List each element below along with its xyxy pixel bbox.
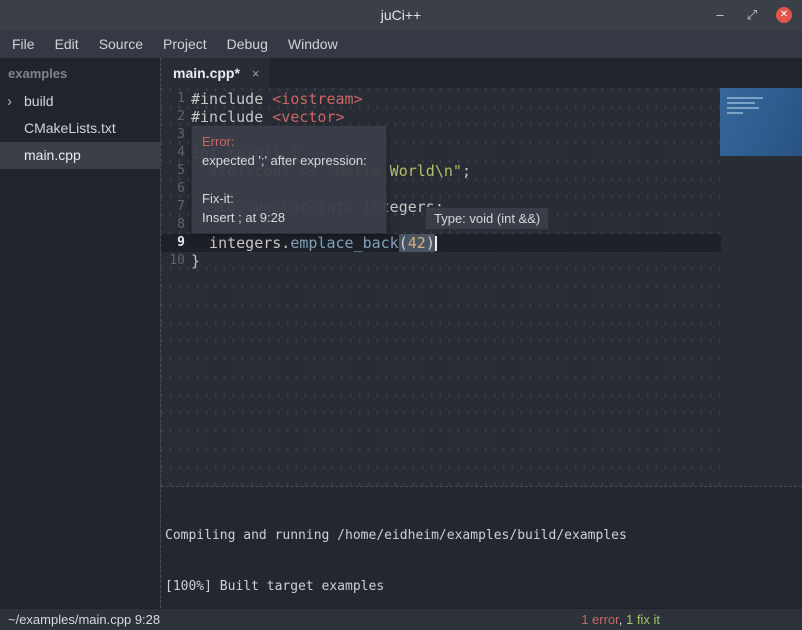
close-button[interactable]: ✕ <box>776 7 792 23</box>
code-token: <iostream> <box>272 90 362 108</box>
minimap-line <box>727 97 763 99</box>
line-number: 9 <box>161 234 185 252</box>
menu-project[interactable]: Project <box>153 30 217 58</box>
code-token: ) <box>426 234 435 252</box>
fixit-count: 1 fix it <box>626 612 660 627</box>
code-token: ; <box>462 162 471 180</box>
code-token: } <box>191 252 200 270</box>
code-line[interactable]: 2 #include <vector> <box>161 108 721 126</box>
tab-close-icon[interactable]: × <box>252 66 260 81</box>
error-count: 1 error <box>581 612 619 627</box>
line-number: 2 <box>161 108 185 126</box>
app-window: juCi++ – ⤢ ✕ File Edit Source Project De… <box>0 0 802 630</box>
sidebar-item-cmakelists[interactable]: CMakeLists.txt <box>0 115 160 142</box>
code-text: } <box>191 252 200 270</box>
tree-item-label: CMakeLists.txt <box>24 120 116 136</box>
code-line[interactable]: 9 integers.emplace_back(42) <box>161 234 721 252</box>
diagnostic-title: Error: <box>202 132 376 151</box>
chevron-right-icon: › <box>7 88 12 115</box>
line-number: 4 <box>161 144 185 162</box>
code-token: integers. <box>191 234 290 252</box>
line-number: 7 <box>161 198 185 216</box>
tree-item-label: main.cpp <box>24 147 81 163</box>
menu-file[interactable]: File <box>2 30 45 58</box>
code-token: #include <box>191 90 272 108</box>
line-number: 5 <box>161 162 185 180</box>
minimap-line <box>727 112 743 114</box>
sidebar-item-maincpp[interactable]: main.cpp <box>0 142 160 169</box>
diagnostic-spacer <box>202 170 376 189</box>
type-tooltip: Type: void (int &&) <box>425 207 549 230</box>
tabbar: main.cpp* × <box>161 58 802 88</box>
menu-window[interactable]: Window <box>278 30 348 58</box>
minimize-button[interactable]: – <box>712 7 728 23</box>
minimap[interactable] <box>720 88 802 156</box>
code-editor[interactable]: 1#include <iostream>2#include <vector>34… <box>161 88 802 486</box>
line-number: 1 <box>161 90 185 108</box>
code-token: 42 <box>408 234 426 252</box>
file-tree-sidebar: examples › build CMakeLists.txt main.cpp <box>0 58 160 608</box>
window-title: juCi++ <box>0 7 802 23</box>
code-line[interactable]: 10} <box>161 252 721 270</box>
project-name-header: examples <box>0 58 160 88</box>
diagnostic-tooltip: Error: expected ';' after expression: Fi… <box>191 125 387 234</box>
code-token: <vector> <box>272 108 344 126</box>
content-column: main.cpp* × 1 #include <iostream> 2 #includ… <box>160 58 802 608</box>
tab-label: main.cpp* <box>173 65 240 81</box>
terminal-output[interactable]: Compiling and running /home/eidheim/exam… <box>161 486 802 608</box>
terminal-line: Compiling and running /home/eidheim/exam… <box>165 527 798 544</box>
restore-button[interactable]: ⤢ <box>744 7 760 23</box>
titlebar[interactable]: juCi++ – ⤢ ✕ <box>0 0 802 30</box>
code-text: #include <vector> <box>191 108 345 126</box>
fixit-message: Insert ; at 9:28 <box>202 208 376 227</box>
line-number: 10 <box>161 252 185 270</box>
line-number: 6 <box>161 180 185 198</box>
diagnostics-separator: , <box>619 612 626 627</box>
code-token: #include <box>191 108 272 126</box>
text-cursor <box>435 236 437 251</box>
minimap-line <box>727 107 759 109</box>
diagnostics-summary: 1 error, 1 fix it <box>581 612 660 627</box>
terminal-line: [100%] Built target examples <box>165 578 798 595</box>
statusbar: ~/examples/main.cpp 9:28 1 error, 1 fix … <box>0 608 802 630</box>
cursor-location: ~/examples/main.cpp 9:28 <box>8 612 160 627</box>
code-token: ( <box>399 234 408 252</box>
sidebar-item-build[interactable]: › build <box>0 88 160 115</box>
code-token: emplace_back <box>290 234 398 252</box>
minimap-line <box>727 102 755 104</box>
code-text: integers.emplace_back(42) <box>191 234 437 252</box>
main-area: examples › build CMakeLists.txt main.cpp… <box>0 58 802 608</box>
menu-source[interactable]: Source <box>89 30 153 58</box>
code-line[interactable]: 1 #include <iostream> <box>161 90 721 108</box>
diagnostic-message: expected ';' after expression: <box>202 151 376 170</box>
tab-maincpp[interactable]: main.cpp* × <box>161 58 270 88</box>
tree-item-label: build <box>24 93 54 109</box>
menubar: File Edit Source Project Debug Window <box>0 30 802 58</box>
line-number: 3 <box>161 126 185 144</box>
code-text: #include <iostream> <box>191 90 363 108</box>
line-number: 8 <box>161 216 185 234</box>
menu-debug[interactable]: Debug <box>217 30 278 58</box>
window-controls: – ⤢ ✕ <box>712 7 802 23</box>
menu-edit[interactable]: Edit <box>45 30 89 58</box>
fixit-label: Fix-it: <box>202 189 376 208</box>
